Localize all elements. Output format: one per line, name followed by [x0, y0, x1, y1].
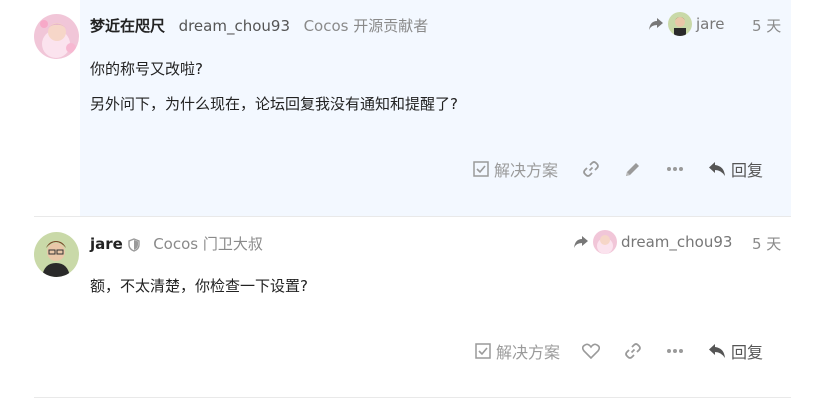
- reply-button[interactable]: 回复: [708, 339, 763, 363]
- link-icon: [583, 161, 599, 177]
- pencil-icon: [626, 163, 640, 176]
- reply-icon: [709, 162, 726, 176]
- reply-label: 回复: [731, 161, 764, 180]
- post-divider: [34, 216, 791, 217]
- checkbox-icon: [475, 343, 491, 359]
- share-link-button[interactable]: [624, 342, 642, 360]
- post-date[interactable]: 5 天: [752, 233, 781, 254]
- heart-icon: [582, 343, 601, 359]
- post-meta: 梦近在咫尺 dream_chou93 Cocos 开源贡献者: [90, 15, 428, 36]
- reply-to[interactable]: jare: [648, 12, 724, 36]
- reply-to[interactable]: dream_chou93: [573, 230, 732, 254]
- more-button[interactable]: [666, 348, 684, 354]
- reply-label: 回复: [731, 343, 764, 362]
- reply-arrow-icon: [649, 18, 663, 30]
- like-button[interactable]: [582, 343, 601, 359]
- reply-to-avatar: [593, 230, 617, 254]
- solution-label: 解决方案: [494, 161, 559, 180]
- user-title: Cocos 门卫大叔: [153, 235, 263, 253]
- link-icon: [625, 343, 641, 359]
- ellipsis-icon: [667, 167, 684, 171]
- reply-to-username: dream_chou93: [621, 233, 733, 251]
- username[interactable]: dream_chou93: [179, 17, 290, 35]
- avatar[interactable]: [34, 14, 79, 59]
- post-date[interactable]: 5 天: [752, 15, 781, 36]
- solution-button[interactable]: 解决方案: [475, 339, 560, 363]
- display-name[interactable]: 梦近在咫尺: [90, 17, 165, 35]
- post-1: 梦近在咫尺 dream_chou93 Cocos 开源贡献者 jare 5 天 …: [0, 0, 813, 216]
- avatar[interactable]: [34, 232, 79, 277]
- checkbox-icon: [473, 161, 489, 177]
- reply-to-username: jare: [696, 15, 725, 33]
- shield-icon: [127, 237, 140, 252]
- post-actions: 解决方案 回复: [473, 157, 763, 181]
- username[interactable]: jare: [90, 235, 123, 253]
- edit-button[interactable]: [624, 160, 642, 178]
- post-paragraph: 你的称号又改啦?: [90, 60, 203, 78]
- more-button[interactable]: [666, 166, 684, 172]
- post-meta: jare Cocos 门卫大叔: [90, 233, 263, 254]
- post-actions: 解决方案 回复: [475, 339, 763, 363]
- reply-button[interactable]: 回复: [708, 157, 763, 181]
- post-divider: [34, 397, 791, 398]
- share-link-button[interactable]: [582, 160, 600, 178]
- user-title: Cocos 开源贡献者: [303, 17, 429, 35]
- post-paragraph: 另外问下，为什么现在，论坛回复我没有通知和提醒了?: [90, 95, 458, 113]
- reply-arrow-icon: [574, 236, 588, 248]
- reply-to-avatar: [668, 12, 692, 36]
- post-paragraph: 额，不太清楚，你检查一下设置?: [90, 277, 308, 295]
- ellipsis-icon: [667, 349, 684, 353]
- solution-label: 解决方案: [496, 343, 561, 362]
- reply-icon: [709, 344, 726, 358]
- solution-button[interactable]: 解决方案: [473, 157, 558, 181]
